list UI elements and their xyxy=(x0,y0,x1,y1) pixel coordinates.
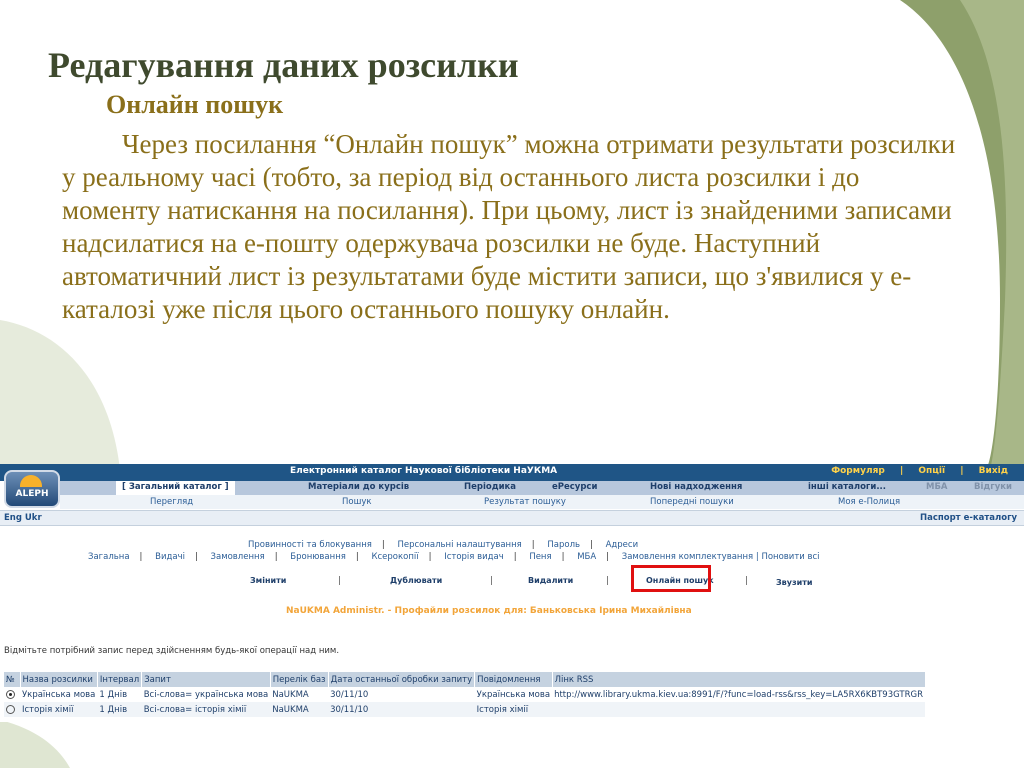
link-separator: | xyxy=(899,466,904,476)
cell-message: Історія хімії xyxy=(474,702,553,717)
menu-fines[interactable]: Пеня xyxy=(529,552,551,562)
subnav-browse[interactable]: Перегляд xyxy=(150,497,193,507)
cell-base: NaUKMA xyxy=(270,687,329,702)
menu-loan-history[interactable]: Історія видач xyxy=(444,552,504,562)
column-header: Перелік баз xyxy=(270,672,329,687)
cell-date: 30/11/10 xyxy=(328,687,475,702)
tab-periodicals[interactable]: Періодика xyxy=(464,482,516,492)
cell-message: Українська мова xyxy=(474,687,553,702)
menu-password[interactable]: Пароль xyxy=(547,540,580,550)
cell-name: Історія хімії xyxy=(20,702,98,717)
slide-body-text: Через посилання “Онлайн пошук” можна отр… xyxy=(62,129,956,324)
column-header: Повідомлення xyxy=(474,672,553,687)
account-menu-row1: Провинності та блокування | Персональні н… xyxy=(248,540,639,550)
tab-new-arrivals[interactable]: Нові надходження xyxy=(650,482,742,492)
catalog-header-bar: Електронний каталог Наукової бібліотеки … xyxy=(0,464,1024,481)
subscriptions-table: № Назва розсилки Інтервал Запит Перелік … xyxy=(4,672,926,717)
action-separator: | xyxy=(490,576,494,586)
menu-loans[interactable]: Видачі xyxy=(155,552,185,562)
action-delete[interactable]: Видалити xyxy=(528,576,573,585)
subnav-eshelf[interactable]: Моя е-Полиця xyxy=(838,497,900,507)
table-header-row: № Назва розсилки Інтервал Запит Перелік … xyxy=(4,672,926,687)
link-options[interactable]: Опції xyxy=(918,466,945,476)
catalog-tabs: [ Загальний каталог ] Матеріали до курсі… xyxy=(60,481,1024,495)
action-separator: | xyxy=(338,576,342,586)
action-separator: | xyxy=(606,576,610,586)
online-search-highlight xyxy=(631,565,711,592)
action-narrow[interactable]: Звузити xyxy=(776,578,812,587)
menu-fines-blocks[interactable]: Провинності та блокування xyxy=(248,540,372,550)
subnav-search[interactable]: Пошук xyxy=(342,497,372,507)
column-header: № xyxy=(4,672,21,687)
cell-rss-link[interactable] xyxy=(552,702,925,717)
cell-date: 30/11/10 xyxy=(328,702,475,717)
menu-addresses[interactable]: Адреси xyxy=(606,540,639,550)
profile-heading: NaUKMA Administr. - Профайли розсилок дл… xyxy=(286,606,692,616)
menu-reservations[interactable]: Бронювання xyxy=(290,552,346,562)
menu-personal-settings[interactable]: Персональні налаштування xyxy=(397,540,521,550)
top-links: Формуляр | Опції | Вихід xyxy=(825,466,1014,476)
link-separator: | xyxy=(960,466,964,476)
menu-photocopies[interactable]: Ксерокопії xyxy=(371,552,418,562)
menu-orders[interactable]: Замовлення xyxy=(211,552,265,562)
language-switch[interactable]: Eng Ukr xyxy=(4,513,42,523)
cell-rss-link[interactable]: http://www.library.ukma.kiev.ua:8991/F/?… xyxy=(552,687,925,702)
tab-feedback[interactable]: Відгуки xyxy=(974,482,1012,492)
menu-ill[interactable]: МБА xyxy=(577,552,596,562)
tab-course-materials[interactable]: Матеріали до курсів xyxy=(308,482,409,492)
slide-subtitle: Онлайн пошук xyxy=(106,90,284,119)
column-header: Інтервал xyxy=(97,672,143,687)
cell-base: NaUKMA xyxy=(270,702,329,717)
menu-renew-all[interactable]: Поновити всі xyxy=(761,552,819,562)
column-header: Дата останньої обробки запиту xyxy=(328,672,476,687)
aleph-logo: ALEPH xyxy=(4,470,60,508)
action-separator: | xyxy=(745,576,749,586)
link-account[interactable]: Формуляр xyxy=(831,466,885,476)
menu-general[interactable]: Загальна xyxy=(88,552,130,562)
logo-text: ALEPH xyxy=(15,489,49,499)
row-select-radio[interactable] xyxy=(6,704,15,714)
link-logout[interactable]: Вихід xyxy=(979,466,1008,476)
column-header: Лінк RSS xyxy=(552,672,926,687)
cell-interval: 1 Днів xyxy=(97,702,142,717)
logo-arc-icon xyxy=(20,475,42,487)
subnav-results[interactable]: Результат пошуку xyxy=(484,497,566,507)
sub-navigation: Перегляд Пошук Результат пошуку Попередн… xyxy=(60,495,1024,509)
cell-query: Всі-слова= історія хімії xyxy=(141,702,271,717)
menu-acquisition-requests[interactable]: Замовлення комплектування xyxy=(622,552,753,562)
table-row: Історія хімії 1 Днів Всі-слова= історія … xyxy=(4,702,925,717)
action-duplicate[interactable]: Дублювати xyxy=(390,576,442,585)
tab-ill[interactable]: МБА xyxy=(926,482,948,492)
action-edit[interactable]: Змінити xyxy=(250,576,286,585)
language-row: Eng Ukr Паспорт е-каталогу xyxy=(0,510,1024,526)
row-select-radio[interactable] xyxy=(6,689,15,699)
account-menu-row2: Загальна | Видачі | Замовлення | Бронювання… xyxy=(88,552,820,562)
table-row: Українська мова 1 Днів Всі-слова= україн… xyxy=(4,687,925,702)
column-header: Запит xyxy=(141,672,271,687)
instruction-text: Відмітьте потрібний запис перед здійснен… xyxy=(4,646,340,656)
column-header: Назва розсилки xyxy=(20,672,98,687)
catalog-screenshot: Електронний каталог Наукової бібліотеки … xyxy=(0,464,1024,722)
catalog-passport-link[interactable]: Паспорт е-каталогу xyxy=(920,513,1017,523)
slide-title: Редагування даних розсилки xyxy=(48,45,519,85)
tab-eresources[interactable]: еРесурси xyxy=(552,482,597,492)
tab-general-catalog[interactable]: [ Загальний каталог ] xyxy=(116,481,235,495)
cell-interval: 1 Днів xyxy=(97,687,142,702)
catalog-title: Електронний каталог Наукової бібліотеки … xyxy=(290,466,558,476)
cell-name: Українська мова xyxy=(20,687,98,702)
subnav-previous-searches[interactable]: Попередні пошуки xyxy=(650,497,734,507)
tab-other-catalogs[interactable]: інші каталоги... xyxy=(808,482,886,492)
cell-query: Всі-слова= українська мова xyxy=(141,687,271,702)
